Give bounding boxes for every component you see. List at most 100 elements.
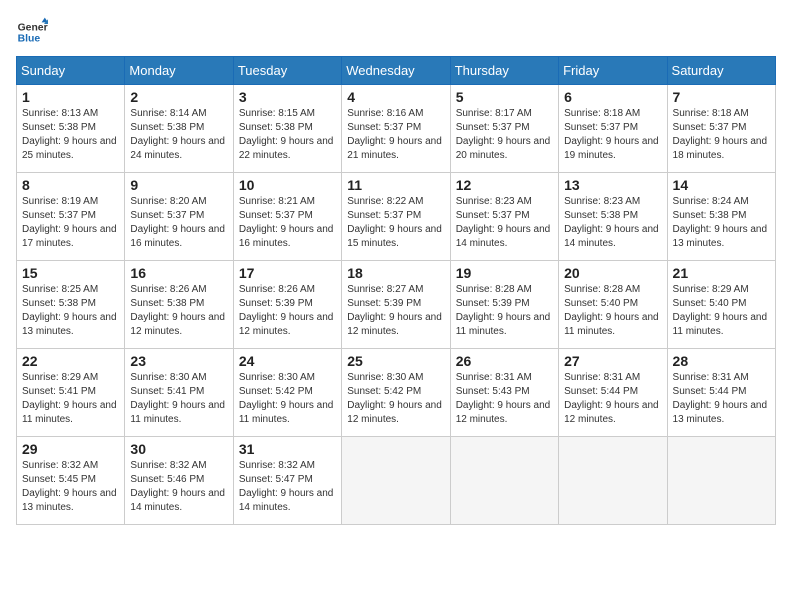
calendar-cell: 22 Sunrise: 8:29 AM Sunset: 5:41 PM Dayl… [17, 349, 125, 437]
calendar-cell: 31 Sunrise: 8:32 AM Sunset: 5:47 PM Dayl… [233, 437, 341, 525]
day-number: 26 [456, 353, 553, 369]
calendar-cell: 11 Sunrise: 8:22 AM Sunset: 5:37 PM Dayl… [342, 173, 450, 261]
day-number: 5 [456, 89, 553, 105]
day-number: 28 [673, 353, 770, 369]
day-info: Sunrise: 8:22 AM Sunset: 5:37 PM Dayligh… [347, 195, 444, 251]
day-number: 3 [239, 89, 336, 105]
day-info: Sunrise: 8:18 AM Sunset: 5:37 PM Dayligh… [564, 107, 661, 163]
day-number: 12 [456, 177, 553, 193]
calendar-cell: 4 Sunrise: 8:16 AM Sunset: 5:37 PM Dayli… [342, 85, 450, 173]
day-info: Sunrise: 8:31 AM Sunset: 5:44 PM Dayligh… [673, 371, 770, 427]
calendar-cell: 3 Sunrise: 8:15 AM Sunset: 5:38 PM Dayli… [233, 85, 341, 173]
day-number: 16 [130, 265, 227, 281]
calendar-cell: 20 Sunrise: 8:28 AM Sunset: 5:40 PM Dayl… [559, 261, 667, 349]
calendar-cell: 14 Sunrise: 8:24 AM Sunset: 5:38 PM Dayl… [667, 173, 775, 261]
day-number: 20 [564, 265, 661, 281]
calendar-cell [667, 437, 775, 525]
day-number: 24 [239, 353, 336, 369]
day-number: 22 [22, 353, 119, 369]
calendar-cell: 5 Sunrise: 8:17 AM Sunset: 5:37 PM Dayli… [450, 85, 558, 173]
calendar-cell: 17 Sunrise: 8:26 AM Sunset: 5:39 PM Dayl… [233, 261, 341, 349]
day-info: Sunrise: 8:26 AM Sunset: 5:39 PM Dayligh… [239, 283, 336, 339]
day-info: Sunrise: 8:30 AM Sunset: 5:42 PM Dayligh… [239, 371, 336, 427]
day-info: Sunrise: 8:14 AM Sunset: 5:38 PM Dayligh… [130, 107, 227, 163]
weekday-header-monday: Monday [125, 57, 233, 85]
day-info: Sunrise: 8:29 AM Sunset: 5:41 PM Dayligh… [22, 371, 119, 427]
day-number: 2 [130, 89, 227, 105]
calendar-cell: 27 Sunrise: 8:31 AM Sunset: 5:44 PM Dayl… [559, 349, 667, 437]
calendar-cell: 15 Sunrise: 8:25 AM Sunset: 5:38 PM Dayl… [17, 261, 125, 349]
calendar-cell [450, 437, 558, 525]
day-info: Sunrise: 8:17 AM Sunset: 5:37 PM Dayligh… [456, 107, 553, 163]
calendar-cell: 9 Sunrise: 8:20 AM Sunset: 5:37 PM Dayli… [125, 173, 233, 261]
day-number: 6 [564, 89, 661, 105]
day-info: Sunrise: 8:28 AM Sunset: 5:40 PM Dayligh… [564, 283, 661, 339]
day-info: Sunrise: 8:32 AM Sunset: 5:47 PM Dayligh… [239, 459, 336, 515]
day-info: Sunrise: 8:24 AM Sunset: 5:38 PM Dayligh… [673, 195, 770, 251]
weekday-header-saturday: Saturday [667, 57, 775, 85]
day-info: Sunrise: 8:25 AM Sunset: 5:38 PM Dayligh… [22, 283, 119, 339]
day-info: Sunrise: 8:19 AM Sunset: 5:37 PM Dayligh… [22, 195, 119, 251]
weekday-header-tuesday: Tuesday [233, 57, 341, 85]
calendar-week-5: 29 Sunrise: 8:32 AM Sunset: 5:45 PM Dayl… [17, 437, 776, 525]
day-info: Sunrise: 8:29 AM Sunset: 5:40 PM Dayligh… [673, 283, 770, 339]
day-info: Sunrise: 8:15 AM Sunset: 5:38 PM Dayligh… [239, 107, 336, 163]
calendar-week-3: 15 Sunrise: 8:25 AM Sunset: 5:38 PM Dayl… [17, 261, 776, 349]
day-info: Sunrise: 8:27 AM Sunset: 5:39 PM Dayligh… [347, 283, 444, 339]
logo-icon: General Blue [16, 16, 48, 48]
calendar-cell: 1 Sunrise: 8:13 AM Sunset: 5:38 PM Dayli… [17, 85, 125, 173]
day-info: Sunrise: 8:16 AM Sunset: 5:37 PM Dayligh… [347, 107, 444, 163]
day-number: 23 [130, 353, 227, 369]
day-info: Sunrise: 8:31 AM Sunset: 5:43 PM Dayligh… [456, 371, 553, 427]
weekday-header-thursday: Thursday [450, 57, 558, 85]
day-info: Sunrise: 8:31 AM Sunset: 5:44 PM Dayligh… [564, 371, 661, 427]
calendar-cell: 10 Sunrise: 8:21 AM Sunset: 5:37 PM Dayl… [233, 173, 341, 261]
day-number: 21 [673, 265, 770, 281]
calendar-cell: 23 Sunrise: 8:30 AM Sunset: 5:41 PM Dayl… [125, 349, 233, 437]
day-number: 19 [456, 265, 553, 281]
day-number: 18 [347, 265, 444, 281]
day-number: 29 [22, 441, 119, 457]
day-number: 17 [239, 265, 336, 281]
day-number: 9 [130, 177, 227, 193]
day-info: Sunrise: 8:13 AM Sunset: 5:38 PM Dayligh… [22, 107, 119, 163]
day-info: Sunrise: 8:23 AM Sunset: 5:37 PM Dayligh… [456, 195, 553, 251]
day-number: 30 [130, 441, 227, 457]
calendar-header: SundayMondayTuesdayWednesdayThursdayFrid… [17, 57, 776, 85]
day-number: 8 [22, 177, 119, 193]
day-info: Sunrise: 8:32 AM Sunset: 5:46 PM Dayligh… [130, 459, 227, 515]
calendar-cell: 13 Sunrise: 8:23 AM Sunset: 5:38 PM Dayl… [559, 173, 667, 261]
day-info: Sunrise: 8:28 AM Sunset: 5:39 PM Dayligh… [456, 283, 553, 339]
day-number: 10 [239, 177, 336, 193]
day-number: 15 [22, 265, 119, 281]
day-info: Sunrise: 8:21 AM Sunset: 5:37 PM Dayligh… [239, 195, 336, 251]
day-number: 11 [347, 177, 444, 193]
calendar-week-1: 1 Sunrise: 8:13 AM Sunset: 5:38 PM Dayli… [17, 85, 776, 173]
weekday-header-sunday: Sunday [17, 57, 125, 85]
day-number: 4 [347, 89, 444, 105]
calendar-week-2: 8 Sunrise: 8:19 AM Sunset: 5:37 PM Dayli… [17, 173, 776, 261]
calendar-cell: 8 Sunrise: 8:19 AM Sunset: 5:37 PM Dayli… [17, 173, 125, 261]
day-info: Sunrise: 8:30 AM Sunset: 5:42 PM Dayligh… [347, 371, 444, 427]
calendar-cell: 2 Sunrise: 8:14 AM Sunset: 5:38 PM Dayli… [125, 85, 233, 173]
calendar-cell: 18 Sunrise: 8:27 AM Sunset: 5:39 PM Dayl… [342, 261, 450, 349]
calendar-cell: 28 Sunrise: 8:31 AM Sunset: 5:44 PM Dayl… [667, 349, 775, 437]
day-number: 27 [564, 353, 661, 369]
svg-text:Blue: Blue [18, 34, 41, 45]
calendar-cell: 29 Sunrise: 8:32 AM Sunset: 5:45 PM Dayl… [17, 437, 125, 525]
calendar-cell: 25 Sunrise: 8:30 AM Sunset: 5:42 PM Dayl… [342, 349, 450, 437]
calendar-cell: 24 Sunrise: 8:30 AM Sunset: 5:42 PM Dayl… [233, 349, 341, 437]
day-info: Sunrise: 8:23 AM Sunset: 5:38 PM Dayligh… [564, 195, 661, 251]
calendar-week-4: 22 Sunrise: 8:29 AM Sunset: 5:41 PM Dayl… [17, 349, 776, 437]
weekday-header-wednesday: Wednesday [342, 57, 450, 85]
day-info: Sunrise: 8:30 AM Sunset: 5:41 PM Dayligh… [130, 371, 227, 427]
calendar-cell: 12 Sunrise: 8:23 AM Sunset: 5:37 PM Dayl… [450, 173, 558, 261]
calendar-cell: 19 Sunrise: 8:28 AM Sunset: 5:39 PM Dayl… [450, 261, 558, 349]
calendar-cell [559, 437, 667, 525]
calendar-cell: 7 Sunrise: 8:18 AM Sunset: 5:37 PM Dayli… [667, 85, 775, 173]
calendar-cell: 26 Sunrise: 8:31 AM Sunset: 5:43 PM Dayl… [450, 349, 558, 437]
calendar-cell: 16 Sunrise: 8:26 AM Sunset: 5:38 PM Dayl… [125, 261, 233, 349]
day-number: 14 [673, 177, 770, 193]
svg-text:General: General [18, 22, 48, 33]
day-info: Sunrise: 8:26 AM Sunset: 5:38 PM Dayligh… [130, 283, 227, 339]
